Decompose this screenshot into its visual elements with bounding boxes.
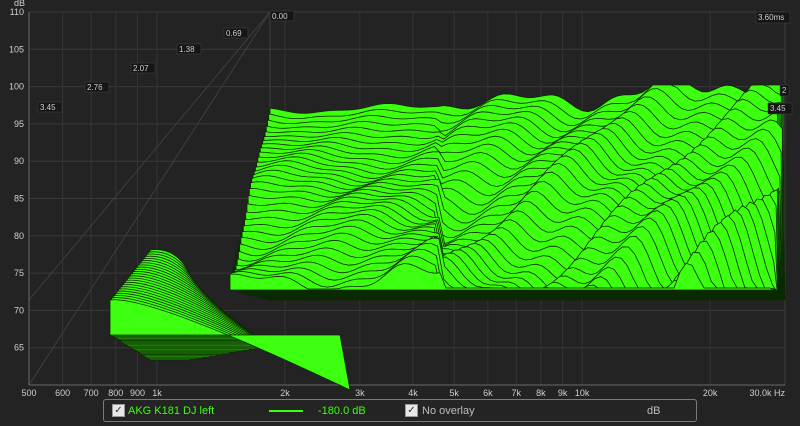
series-name-label: AKG K181 DJ left [128,405,215,417]
time-tick-label: 0.69 [226,29,242,38]
y-tick-label: 105 [9,44,24,54]
y-tick-label: 90 [14,156,24,166]
waterfall-surface [109,84,786,391]
level-readout: -180.0 dB [318,405,366,417]
y-axis-ticks: 65 70 75 80 85 90 95 100 105 110 [9,7,24,353]
x-tick-label: 800 [108,388,123,398]
x-tick-label: 9k [558,388,568,398]
x-tick-label: 20k [703,388,718,398]
x-tick-label: 8k [536,388,546,398]
x-tick-label: 500 [21,388,36,398]
x-axis-ticks: 500 600 700 800 900 1k 2k 3k 4k 5k 6k 7k 8k 9k 10k 20k 3… [21,388,785,398]
y-axis-label: dB [14,0,25,8]
overlay-checkbox[interactable]: ✓ [405,404,418,417]
x-tick-label: 600 [55,388,70,398]
x-tick-label: 2k [280,388,290,398]
y-tick-label: 80 [14,231,24,241]
time-tick-label-right: 3.60ms [758,13,784,22]
x-tick-label: 30.0k Hz [749,388,785,398]
time-tick-label-right: 3.45 [770,104,786,113]
time-tick-label: 2.76 [87,83,103,92]
x-tick-label: 3k [355,388,365,398]
series-line-swatch [269,410,303,412]
x-tick-label: 1k [152,388,162,398]
x-tick-label: 4k [408,388,418,398]
x-tick-label: 900 [130,388,145,398]
legend-bar: ✓ AKG K181 DJ left -180.0 dB ✓ No overla… [103,399,697,422]
y-tick-label: 70 [14,305,24,315]
x-tick-label: 7k [512,388,522,398]
y-tick-label: 95 [14,119,24,129]
x-tick-label: 700 [84,388,99,398]
x-tick-label: 6k [483,388,493,398]
y-tick-label: 75 [14,268,24,278]
x-tick-label: 5k [449,388,459,398]
y-tick-label: 65 [14,343,24,353]
y-tick-label: 85 [14,194,24,204]
time-tick-label: 1.38 [179,45,195,54]
series-checkbox[interactable]: ✓ [112,404,125,417]
y-tick-label: 100 [9,82,24,92]
waterfall-plot[interactable]: 65 70 75 80 85 90 95 100 105 110 500 600 700 800 900 1… [0,0,800,400]
x-tick-label: 10k [575,388,590,398]
y-tick-label: 110 [10,7,24,17]
time-tick-label-right: 2 [782,86,787,95]
time-tick-label: 0.00 [272,12,288,21]
overlay-label: No overlay [422,405,475,417]
legend-unit-label: dB [647,405,661,417]
time-tick-label: 3.45 [40,103,56,112]
time-tick-label: 2.07 [133,64,149,73]
